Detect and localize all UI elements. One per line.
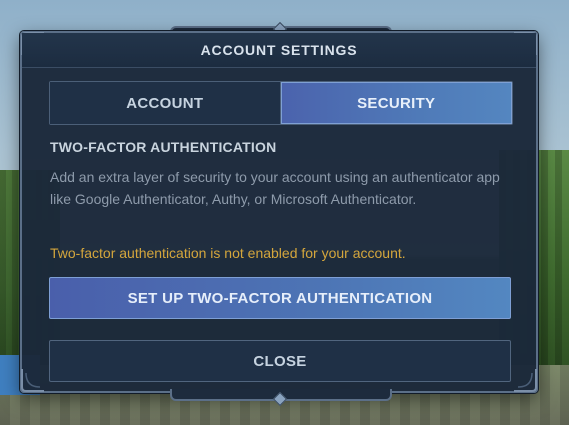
- setup-2fa-button[interactable]: SET UP TWO-FACTOR AUTHENTICATION: [49, 277, 511, 319]
- corner-ornament-bottom-right: [512, 367, 538, 393]
- tab-account-label: ACCOUNT: [126, 94, 204, 112]
- account-settings-dialog: ACCOUNT SETTINGS ACCOUNT SECURITY TWO-FA…: [20, 31, 538, 393]
- setup-2fa-button-label: SET UP TWO-FACTOR AUTHENTICATION: [127, 289, 433, 307]
- tab-security[interactable]: SECURITY: [280, 82, 512, 124]
- settings-tabs: ACCOUNT SECURITY: [49, 81, 513, 125]
- tab-account[interactable]: ACCOUNT: [50, 82, 281, 124]
- status-warning: Two-factor authentication is not enabled…: [50, 245, 406, 261]
- tab-security-label: SECURITY: [357, 94, 436, 112]
- close-button[interactable]: CLOSE: [49, 340, 511, 382]
- dialog-header: ACCOUNT SETTINGS: [22, 33, 536, 68]
- section-title: TWO-FACTOR AUTHENTICATION: [50, 139, 277, 155]
- dialog-title: ACCOUNT SETTINGS: [200, 42, 358, 58]
- corner-ornament-bottom-left: [20, 367, 46, 393]
- section-description: Add an extra layer of security to your a…: [50, 169, 500, 207]
- close-button-label: CLOSE: [253, 352, 307, 370]
